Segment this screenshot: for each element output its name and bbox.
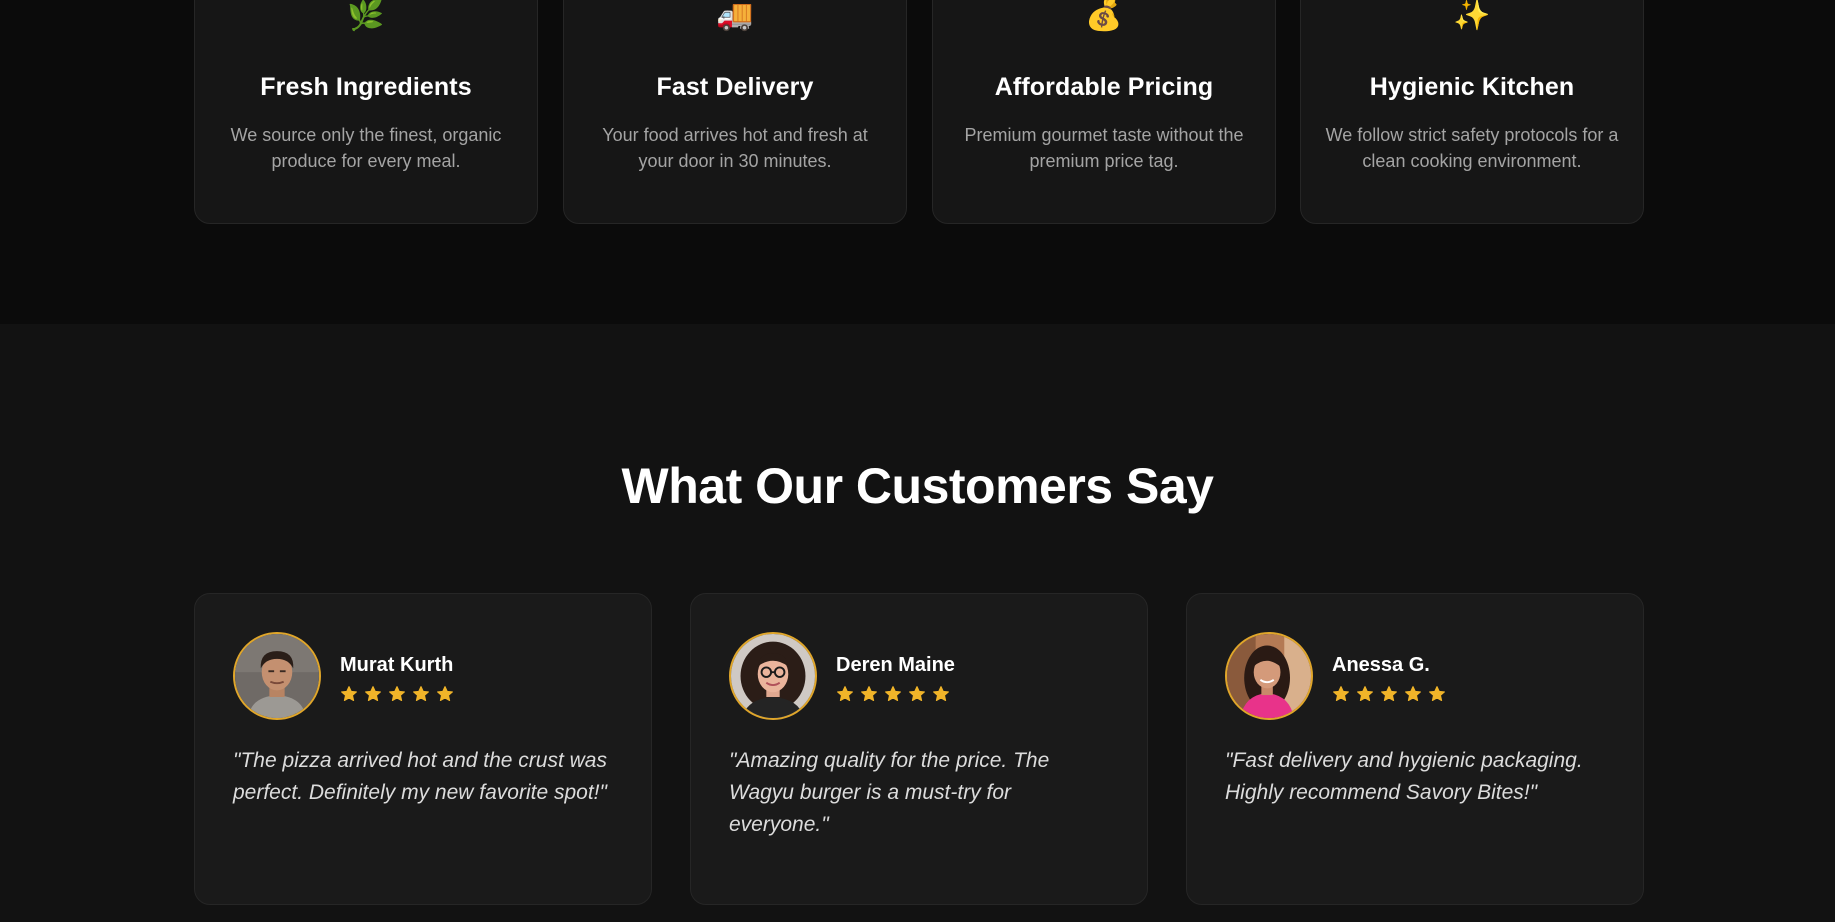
star-icon [885, 686, 901, 702]
star-icon [1405, 686, 1421, 702]
feature-description: Premium gourmet taste without the premiu… [964, 125, 1244, 171]
star-icon [1357, 686, 1373, 702]
sparkles-icon: ✨ [1453, 0, 1491, 32]
review-text: "Amazing quality for the price. The Wagy… [729, 749, 1050, 836]
money-bag-icon: 💰 [1085, 0, 1123, 32]
star-icon [437, 686, 453, 702]
feature-title: Hygienic Kitchen [1369, 73, 1575, 101]
section-heading: What Our Customers Say [621, 458, 1214, 514]
feature-card-fast-delivery: 🚚 Fast Delivery Your food arrives hot an… [563, 0, 907, 224]
avatar [1225, 632, 1313, 720]
star-rating [1332, 685, 1446, 703]
feature-title: Affordable Pricing [994, 73, 1214, 101]
delivery-truck-icon: 🚚 [716, 0, 754, 32]
testimonials-section: What Our Customers Say Murat Kurth "The … [0, 324, 1835, 922]
feature-title: Fresh Ingredients [260, 73, 472, 101]
review-card-anessa-g: Anessa G. "Fast delivery and hygienic pa… [1186, 593, 1644, 905]
avatar [233, 632, 321, 720]
star-icon [365, 686, 381, 702]
star-icon [413, 686, 429, 702]
feature-title: Fast Delivery [656, 73, 814, 101]
review-text: "The pizza arrived hot and the crust was… [233, 749, 607, 804]
star-icon [909, 686, 925, 702]
star-icon [933, 686, 949, 702]
review-card-deren-maine: Deren Maine "Amazing quality for the pri… [690, 593, 1148, 905]
feature-card-hygienic-kitchen: ✨ Hygienic Kitchen We follow strict safe… [1300, 0, 1644, 224]
star-icon [861, 686, 877, 702]
feature-card-affordable-pricing: 💰 Affordable Pricing Premium gourmet tas… [932, 0, 1276, 224]
star-icon [341, 686, 357, 702]
reviewer-name: Anessa G. [1332, 654, 1430, 676]
star-icon [1333, 686, 1349, 702]
star-rating [340, 685, 454, 703]
review-card-murat-kurth: Murat Kurth "The pizza arrived hot and t… [194, 593, 652, 905]
feature-description: Your food arrives hot and fresh at your … [602, 125, 868, 171]
feature-description: We follow strict safety protocols for a … [1325, 125, 1619, 171]
star-icon [389, 686, 405, 702]
herb-icon: 🌿 [347, 0, 385, 32]
reviewer-name: Murat Kurth [340, 654, 454, 676]
review-text: "Fast delivery and hygienic packaging. H… [1225, 749, 1583, 804]
star-icon [1381, 686, 1397, 702]
star-icon [837, 686, 853, 702]
star-icon [1429, 686, 1445, 702]
avatar [729, 632, 817, 720]
star-rating [836, 685, 950, 703]
feature-description: We source only the finest, organic produ… [230, 125, 502, 171]
feature-card-fresh-ingredients: 🌿 Fresh Ingredients We source only the f… [194, 0, 538, 224]
reviewer-name: Deren Maine [836, 654, 955, 676]
features-section: 🌿 Fresh Ingredients We source only the f… [0, 0, 1835, 324]
